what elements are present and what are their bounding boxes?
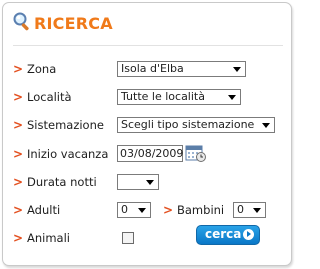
sistemazione-value: Scegli tipo sistemazione [121,118,255,131]
bullet-marker: > [13,203,24,217]
sistemazione-select[interactable]: Scegli tipo sistemazione [117,117,275,133]
bullet-marker: > [13,147,24,161]
animali-checkbox[interactable] [122,232,134,244]
bambini-select[interactable]: 0 [233,202,266,218]
adulti-select[interactable]: 0 [117,202,151,218]
zona-label: Zona [27,62,57,76]
adulti-label: Adulti [27,203,61,217]
localita-select[interactable]: Tutte le località [117,89,241,105]
sistemazione-label: Sistemazione [27,118,104,132]
search-button[interactable]: cerca [196,225,260,245]
calendar-icon[interactable] [185,143,207,163]
search-panel: RICERCA > Zona Isola d'Elba > Località T… [2,2,292,266]
bambini-label: Bambini [177,203,225,217]
page-title: RICERCA [34,14,113,33]
zona-select[interactable]: Isola d'Elba [117,61,246,77]
localita-label: Località [27,90,72,104]
magnifier-icon [13,12,29,31]
chevron-down-icon [253,208,261,213]
header-divider [13,45,283,46]
bullet-marker: > [13,90,24,104]
adulti-value: 0 [121,203,128,216]
durata-label: Durata notti [27,175,97,189]
zona-value: Isola d'Elba [121,62,184,75]
search-button-label: cerca [205,227,242,241]
bambini-value: 0 [237,203,244,216]
durata-select[interactable] [117,174,159,190]
play-arrow-icon [243,229,254,240]
chevron-down-icon [228,95,236,100]
chevron-down-icon [233,67,241,72]
inizio-label: Inizio vacanza [27,147,109,161]
chevron-down-icon [138,208,146,213]
animali-label: Animali [27,231,70,245]
bullet-marker: > [13,175,24,189]
bullet-marker: > [163,203,174,217]
bullet-marker: > [13,231,24,245]
chevron-down-icon [262,123,270,128]
inizio-date-input[interactable]: 03/08/2009 [117,145,183,162]
localita-value: Tutte le località [121,90,205,103]
bullet-marker: > [13,118,24,132]
bullet-marker: > [13,62,24,76]
chevron-down-icon [146,180,154,185]
